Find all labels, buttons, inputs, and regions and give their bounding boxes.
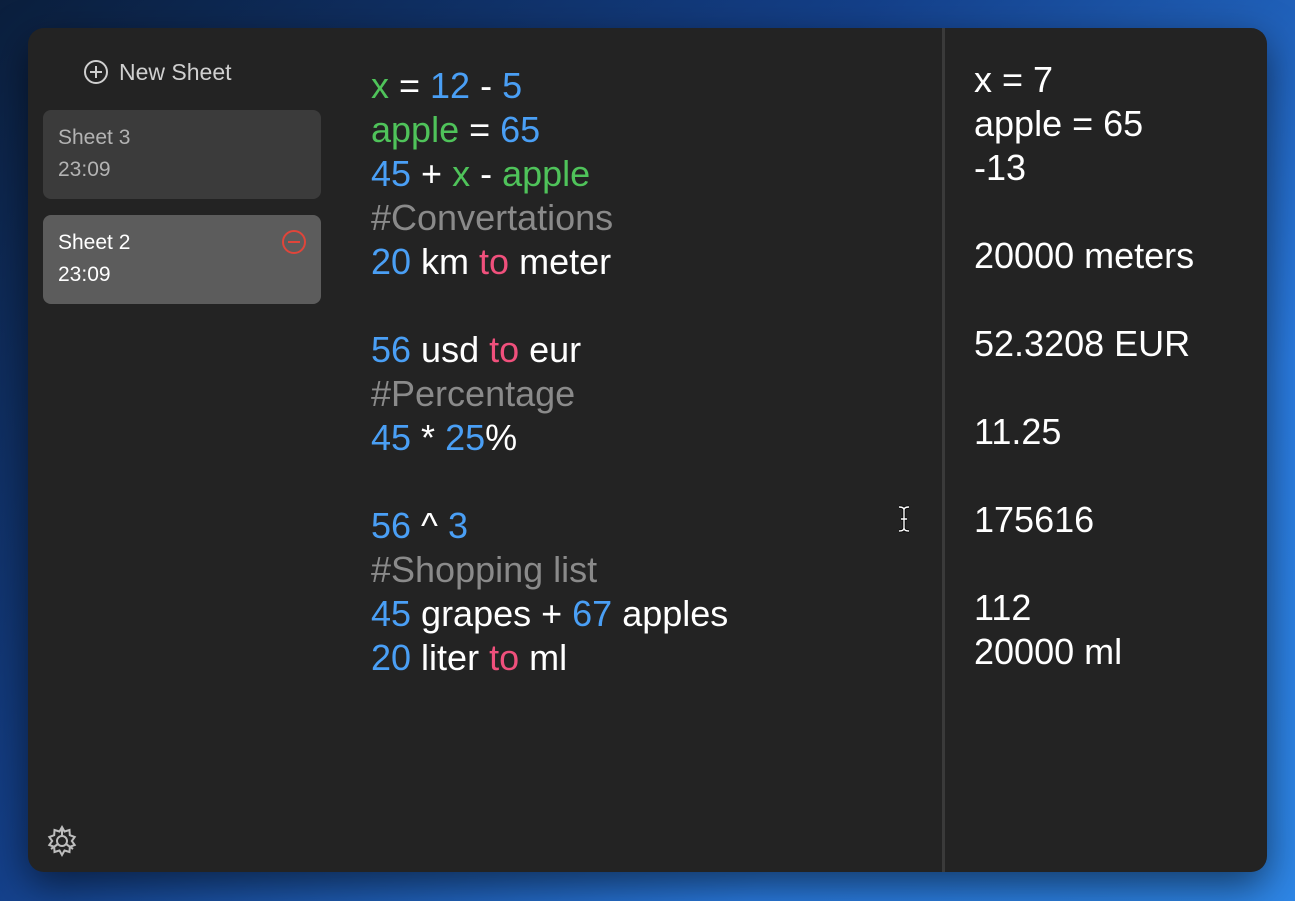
result-line: -13 (974, 147, 1027, 188)
editor-token: to (479, 241, 510, 282)
editor-token: 20 (371, 637, 412, 678)
results-panel: x = 7 apple = 65 -13 20000 meters 52.3208 EU… (974, 58, 1254, 674)
editor-token: - (470, 153, 503, 194)
editor-token: #Shopping list (371, 549, 598, 590)
editor-line[interactable]: 56 usd to eur (371, 328, 931, 372)
result-line: 11.25 (974, 411, 1062, 452)
editor-line[interactable]: apple = 65 (371, 108, 931, 152)
result-line: 52.3208 EUR (974, 323, 1191, 364)
editor-token: 5 (502, 65, 523, 106)
editor-line[interactable]: 20 liter to ml (371, 636, 931, 680)
editor-token: - (470, 65, 503, 106)
new-sheet-button[interactable]: New Sheet (83, 58, 232, 86)
result-line: 175616 (974, 499, 1095, 540)
result-line: 112 (974, 587, 1032, 628)
editor-line[interactable]: 56 ^ 3 (371, 504, 931, 548)
result-line (974, 454, 1254, 498)
text-cursor-icon (898, 505, 910, 533)
editor-line[interactable] (371, 284, 931, 328)
sheet-item-sheet-2[interactable]: Sheet 2 23:09 (43, 215, 321, 304)
sheet-item-sheet-3[interactable]: Sheet 3 23:09 (43, 110, 321, 199)
editor-token: 56 (371, 329, 412, 370)
editor-token: to (489, 329, 520, 370)
editor-token: 65 (500, 109, 541, 150)
editor-line[interactable]: #Shopping list (371, 548, 931, 592)
editor-token: apple (371, 109, 460, 150)
editor-line[interactable]: 20 km to meter (371, 240, 931, 284)
result-line (974, 278, 1254, 322)
app-window: New Sheet Sheet 3 23:09 Sheet 2 23:09 x … (28, 28, 1267, 872)
plus-circle-icon (83, 59, 109, 85)
editor-token: ml (519, 637, 568, 678)
result-line: 20000 ml (974, 631, 1123, 672)
editor-token: 12 (430, 65, 471, 106)
result-line (974, 190, 1254, 234)
editor-token: km (411, 241, 480, 282)
editor-token: eur (519, 329, 582, 370)
editor-token: 20 (371, 241, 412, 282)
editor-token: 3 (447, 505, 468, 546)
editor-token: = (459, 109, 501, 150)
editor-token: x (452, 153, 471, 194)
editor-token: = (389, 65, 431, 106)
editor-line[interactable]: #Convertations (371, 196, 931, 240)
editor-line[interactable]: 45 * 25% (371, 416, 931, 460)
result-line: apple = 65 (974, 103, 1144, 144)
editor-token: 56 (371, 505, 412, 546)
delete-sheet-icon[interactable] (281, 229, 307, 255)
sheet-name: Sheet 2 (58, 231, 131, 254)
editor-textarea[interactable]: x = 12 - 5 apple = 65 45 + x - apple #Conve… (371, 64, 931, 680)
sheet-time: 23:09 (58, 158, 111, 181)
editor-token: ^ (411, 505, 448, 546)
editor-token: apple (502, 153, 591, 194)
editor-token: usd (411, 329, 490, 370)
editor-token: % (485, 417, 518, 458)
editor-token: to (489, 637, 520, 678)
editor-line[interactable]: x = 12 - 5 (371, 64, 931, 108)
editor-line[interactable]: #Percentage (371, 372, 931, 416)
editor-token: * (411, 417, 446, 458)
sheet-name: Sheet 3 (58, 126, 131, 149)
pane-divider[interactable] (942, 28, 945, 872)
editor-token: 25 (445, 417, 486, 458)
result-line (974, 542, 1254, 586)
new-sheet-label: New Sheet (119, 58, 232, 85)
editor-line[interactable] (371, 460, 931, 504)
editor-line[interactable]: 45 + x - apple (371, 152, 931, 196)
editor-token: x (371, 65, 389, 106)
editor-token: liter (411, 637, 490, 678)
editor-token: meter (509, 241, 612, 282)
editor-token: 45 (371, 593, 412, 634)
result-line: 20000 meters (974, 235, 1195, 276)
gear-icon[interactable] (45, 824, 79, 858)
editor-token: grapes + (411, 593, 573, 634)
sheet-time: 23:09 (58, 263, 111, 286)
editor-token: 67 (572, 593, 613, 634)
result-line (974, 366, 1254, 410)
editor-token: 45 (371, 417, 412, 458)
sidebar: New Sheet Sheet 3 23:09 Sheet 2 23:09 (28, 28, 338, 872)
editor-token: + (411, 153, 453, 194)
editor-token: 45 (371, 153, 412, 194)
result-line: x = 7 (974, 59, 1054, 100)
editor-token: #Percentage (371, 373, 576, 414)
editor-token: apples (612, 593, 729, 634)
editor-line[interactable]: 45 grapes + 67 apples (371, 592, 931, 636)
editor-token: #Convertations (371, 197, 614, 238)
